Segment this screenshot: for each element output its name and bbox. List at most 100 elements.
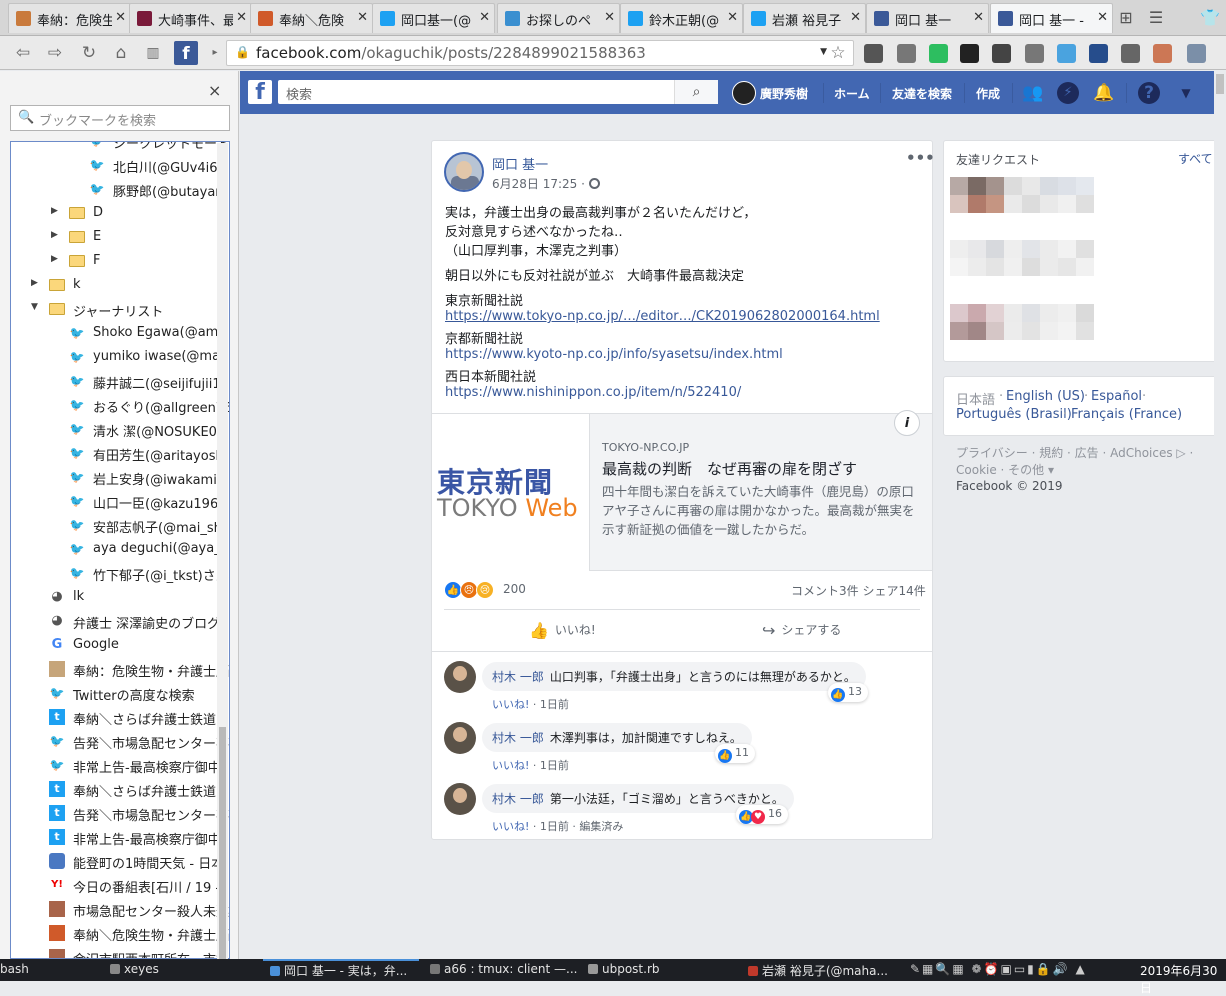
friend-request-avatar[interactable] [1076,195,1094,213]
tab-close-icon[interactable]: ✕ [1097,10,1108,25]
friend-request-avatar[interactable] [968,195,986,213]
taskbar-item[interactable]: xeyes [110,962,159,976]
url-bar[interactable]: 🔒 facebook.com/okaguchik/posts/228489902… [226,40,854,66]
find-friends-link[interactable]: 友達を検索 [892,85,952,102]
bookmark-search-input[interactable]: 🔍 ブックマークを検索 [10,105,230,131]
tab-list-icon[interactable]: ☰ [1146,8,1166,28]
friend-request-avatar[interactable] [950,258,968,276]
taskbar-item[interactable]: ubpost.rb [588,962,660,976]
friend-request-avatar[interactable] [1040,240,1058,258]
post-author[interactable]: 岡口 基一 [492,154,548,173]
notifications-icon[interactable]: 🔔 [1092,81,1116,105]
screenshot-icon[interactable] [1057,44,1076,63]
friend-request-avatar[interactable] [1004,258,1022,276]
profile-icon[interactable] [1153,44,1172,63]
friend-request-avatar[interactable] [1004,322,1022,340]
reader-icon[interactable] [864,44,883,63]
tab-2[interactable]: 大崎事件、最 ✕ [129,3,252,33]
tab-7[interactable]: 岩瀬 裕見子 ✕ [743,3,866,33]
home-icon[interactable]: ⌂ [110,42,132,64]
friend-request-avatar[interactable] [1004,304,1022,322]
friend-request-avatar[interactable] [986,240,1004,258]
commenter-name[interactable]: 村木 一郎 [492,670,544,684]
friend-request-avatar[interactable] [1040,177,1058,195]
comment-edited[interactable]: · 編集済み [569,820,623,833]
info-icon[interactable]: i [894,410,920,436]
overflow-chevron-icon[interactable]: ▸ [204,42,226,64]
friend-request-avatar[interactable] [1004,177,1022,195]
friend-request-avatar[interactable] [1076,177,1094,195]
post-link[interactable]: https://www.nishinippon.co.jp/item/n/522… [445,385,741,400]
chevron-down-icon[interactable]: ▼ [31,302,38,312]
friend-request-avatar[interactable] [1040,304,1058,322]
friend-request-avatar[interactable] [1076,304,1094,322]
language-link[interactable]: English (US) [1006,389,1085,404]
friend-request-avatar[interactable] [1022,304,1040,322]
settings-icon[interactable] [1187,44,1206,63]
messenger-icon[interactable]: ⚡ [1057,82,1079,104]
system-tray-icons[interactable]: ✎▦🔍▦ ❁⏰▣▭▮🔒🔊 ▲ [910,962,1087,976]
chevron-right-icon[interactable]: ▶ [31,278,38,288]
preview-image[interactable]: 東京新聞 TOKYO Web [432,414,590,571]
post-link[interactable]: https://www.tokyo-np.co.jp/…/editor…/CK2… [445,309,880,324]
comment-share-counts[interactable]: コメント3件 シェア14件 [791,582,926,599]
profile-link[interactable]: 廣野秀樹 [760,85,808,102]
friend-request-avatar[interactable] [1058,322,1076,340]
post-link[interactable]: https://www.kyoto-np.co.jp/info/syasetsu… [445,347,783,362]
friend-request-avatar[interactable] [1022,177,1040,195]
commenter-name[interactable]: 村木 一郎 [492,792,544,806]
account-icon[interactable]: 👕 [1200,8,1220,28]
post-timestamp[interactable]: 6月28日 17:25 · [492,175,600,192]
facebook-logo[interactable]: f [248,80,272,105]
avatar[interactable] [444,152,484,192]
friend-request-avatar[interactable] [950,177,968,195]
friend-request-avatar[interactable] [986,322,1004,340]
tab-close-icon[interactable]: ✕ [727,10,738,25]
language-link[interactable]: Español [1091,389,1142,404]
friend-request-avatar[interactable] [1004,240,1022,258]
reaction-count[interactable]: 200 [503,582,526,596]
shield-icon[interactable] [1121,44,1140,63]
commenter-name[interactable]: 村木 一郎 [492,731,544,745]
comment-reaction-badge[interactable]: 👍 13 [828,683,868,702]
tab-close-icon[interactable]: ✕ [115,10,126,25]
friend-request-avatar[interactable] [950,195,968,213]
sync-icon[interactable] [1025,44,1044,63]
comment-time[interactable]: · 1日前 [529,759,569,772]
page-scroll-thumb[interactable] [1216,74,1224,94]
clock[interactable]: 2019年6月30日 [1140,962,1226,996]
bookmark-star-icon[interactable]: ☆ [827,42,849,64]
comment-like-link[interactable]: いいね! [492,759,529,772]
tab-5[interactable]: お探しのペ ✕ [497,3,620,33]
tab-6[interactable]: 鈴木正朝(@ ✕ [620,3,743,33]
tab-close-icon[interactable]: ✕ [479,10,490,25]
comment-time[interactable]: · 1日前 [529,698,569,711]
reload-icon[interactable]: ↻ [78,42,100,64]
tab-8[interactable]: 岡口 基一 ✕ [866,3,989,33]
friend-request-avatar[interactable] [1040,322,1058,340]
avatar[interactable] [444,722,476,754]
friend-request-avatar[interactable] [986,258,1004,276]
more-options-icon[interactable]: ••• [906,149,935,167]
chevron-right-icon[interactable]: ▶ [51,230,58,240]
evernote-icon[interactable] [929,44,948,63]
tab-4[interactable]: 岡口基一(@ ✕ [372,3,495,33]
gesture-icon[interactable] [992,44,1011,63]
friend-request-avatar[interactable] [1076,322,1094,340]
link-preview[interactable]: 東京新聞 TOKYO Web i TOKYO-NP.CO.JP 最高裁の判断 な… [432,410,932,571]
facebook-bookmark-icon[interactable]: f [174,41,198,65]
taskbar-item[interactable]: 岩瀬 裕見子(@maha... [748,962,888,979]
avatar[interactable] [444,783,476,815]
language-link[interactable]: Français (France) [1071,407,1182,422]
friend-request-avatar[interactable] [968,322,986,340]
friend-request-avatar[interactable] [1058,240,1076,258]
taskbar-item[interactable]: 岡口 基一 - 実は，弁... [270,962,407,979]
friend-request-avatar[interactable] [950,240,968,258]
facebook-search-input[interactable]: 検索 ⌕ [278,80,718,104]
tab-9[interactable]: 岡口 基一 - ✕ [990,3,1113,33]
comment-time[interactable]: · 1日前 [529,820,569,833]
help-icon[interactable]: ? [1138,82,1160,104]
tab-close-icon[interactable]: ✕ [973,10,984,25]
back-icon[interactable]: ⇦ [12,42,34,64]
friend-request-avatar[interactable] [1022,258,1040,276]
